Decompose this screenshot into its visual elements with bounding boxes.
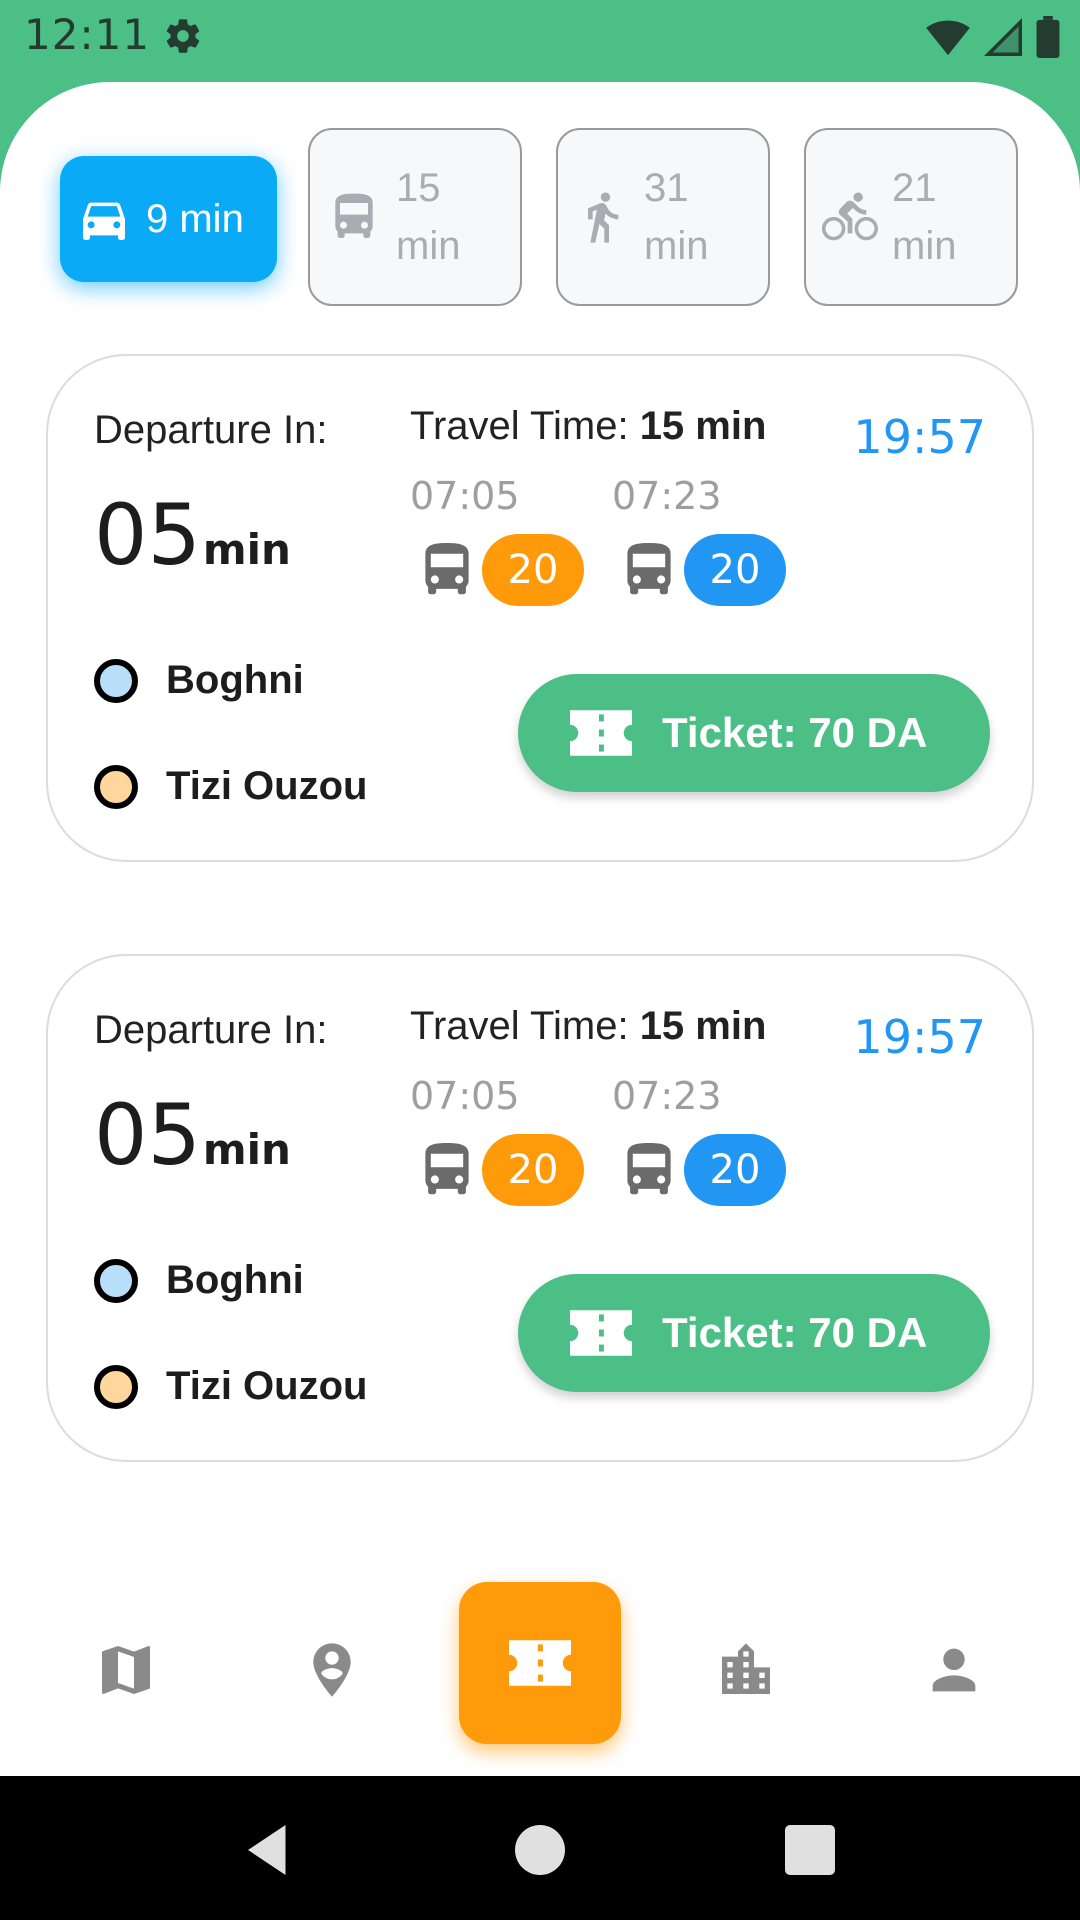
destination-name: Tizi Ouzou [166, 1364, 368, 1408]
status-bar: 12:11 [0, 0, 1080, 72]
nav-tickets-active[interactable] [459, 1582, 621, 1744]
departure-countdown: 05min [94, 1086, 291, 1184]
ticket-label: Ticket: 70 DA [662, 1309, 928, 1356]
nav-buildings[interactable] [706, 1630, 786, 1710]
nav-places[interactable] [292, 1630, 372, 1710]
bus-icon [425, 1143, 469, 1195]
leg-1: 20 [420, 534, 584, 606]
line-badge: 20 [684, 534, 786, 606]
line-badge: 20 [482, 1134, 584, 1206]
back-icon[interactable] [238, 1820, 298, 1880]
leg-2: 20 [622, 1134, 786, 1206]
arrival-clock: 19:57 [853, 410, 986, 464]
ticket-icon [570, 710, 632, 756]
line-badge: 20 [684, 1134, 786, 1206]
gear-icon [166, 19, 200, 53]
mode-car-label: 9 min [146, 197, 244, 241]
mode-bike-label: 21 min [892, 166, 957, 268]
wifi-icon [926, 20, 970, 56]
mode-walk-label: 31 min [644, 166, 709, 268]
recents-icon[interactable] [780, 1820, 840, 1880]
origin-dot [94, 1258, 138, 1303]
system-nav-bar [0, 1776, 1080, 1920]
bus-icon [425, 543, 469, 595]
bus-icon [627, 543, 671, 595]
mode-bus-label: 15 min [396, 166, 461, 268]
destination-stop: Tizi Ouzou [94, 1364, 367, 1409]
destination-name: Tizi Ouzou [166, 764, 368, 808]
signal-icon [984, 18, 1022, 56]
ticket-icon [570, 1310, 632, 1356]
travel-time: Travel Time: 15 min [410, 404, 767, 448]
location-pin-icon [313, 1643, 351, 1697]
buy-ticket-button[interactable]: Ticket: 70 DA [518, 674, 990, 792]
departure-label: Departure In: [94, 408, 328, 452]
line-badge: 20 [482, 534, 584, 606]
mode-car-chip[interactable]: 9 min [60, 156, 277, 282]
mode-walk-chip[interactable]: 31 min [556, 128, 770, 306]
car-icon [83, 202, 125, 240]
bus-icon [627, 1143, 671, 1195]
buy-ticket-button[interactable]: Ticket: 70 DA [518, 1274, 990, 1392]
route-card[interactable]: Departure In: 05min Travel Time: 15 min … [46, 354, 1034, 862]
arrival-clock: 19:57 [853, 1010, 986, 1064]
destination-stop: Tizi Ouzou [94, 764, 367, 809]
walk-icon [588, 192, 619, 243]
destination-dot [94, 1364, 138, 1409]
main-sheet [0, 82, 1080, 1776]
leg-2-time: 07:23 [612, 1074, 722, 1118]
bus-icon [335, 193, 373, 238]
origin-name: Boghni [166, 658, 304, 702]
home-icon[interactable] [510, 1820, 570, 1880]
nav-profile[interactable] [914, 1630, 994, 1710]
leg-1: 20 [420, 1134, 584, 1206]
battery-icon [1036, 16, 1060, 58]
departure-label: Departure In: [94, 1008, 328, 1052]
origin-dot [94, 658, 138, 703]
origin-stop: Boghni [94, 1258, 304, 1303]
route-card[interactable]: Departure In: 05min Travel Time: 15 min … [46, 954, 1034, 1462]
map-icon [102, 1646, 150, 1694]
buildings-icon [722, 1643, 770, 1694]
leg-1-time: 07:05 [410, 1074, 520, 1118]
travel-time: Travel Time: 15 min [410, 1004, 767, 1048]
departure-countdown: 05min [94, 486, 291, 584]
person-icon [932, 1648, 976, 1692]
leg-2-time: 07:23 [612, 474, 722, 518]
status-icons [926, 16, 1060, 58]
destination-dot [94, 764, 138, 809]
leg-1-time: 07:05 [410, 474, 520, 518]
bottom-nav [0, 1570, 1080, 1776]
nav-map[interactable] [86, 1630, 166, 1710]
mode-bike-chip[interactable]: 21 min [804, 128, 1018, 306]
origin-stop: Boghni [94, 658, 304, 703]
bike-icon [822, 192, 878, 241]
leg-2: 20 [622, 534, 786, 606]
transport-mode-selector: 9 min 15 min 31 min 21 min [60, 128, 1020, 308]
ticket-icon [509, 1640, 571, 1686]
mode-bus-chip[interactable]: 15 min [308, 128, 522, 306]
status-time: 12:11 [24, 10, 151, 59]
origin-name: Boghni [166, 1258, 304, 1302]
ticket-label: Ticket: 70 DA [662, 709, 928, 756]
